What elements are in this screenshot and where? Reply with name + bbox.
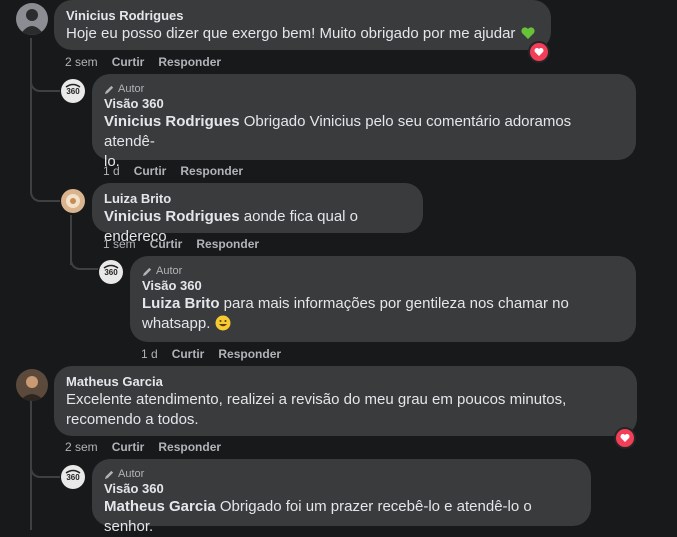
svg-text:360: 360 [66,473,80,482]
commenter-name[interactable]: Luiza Brito [104,191,411,207]
thread-line [30,38,32,148]
comment-actions: 1 sem Curtir Responder [103,236,259,252]
comment-actions: 1 d Curtir Responder [103,163,243,179]
avatar[interactable] [16,3,48,35]
like-button[interactable]: Curtir [172,346,205,362]
reply-button[interactable]: Responder [158,54,221,70]
thread-connector [30,60,60,92]
like-button[interactable]: Curtir [150,236,183,252]
comment-time[interactable]: 1 d [141,346,158,362]
author-badge-label: Autor [156,265,183,277]
svg-text:360: 360 [104,268,118,277]
pencil-icon [104,470,114,479]
author-badge-label: Autor [118,83,145,95]
commenter-name[interactable]: Visão 360 [142,278,624,294]
comment-bubble: Matheus Garcia Excelente atendimento, re… [54,366,637,436]
comment-text-continued: whatsapp. [142,315,211,332]
comment-time[interactable]: 2 sem [65,439,98,455]
mention-link[interactable]: Vinicius Rodrigues [104,208,240,225]
comment-time[interactable]: 1 d [103,163,120,179]
like-button[interactable]: Curtir [112,439,145,455]
reply-button[interactable]: Responder [180,163,243,179]
commenter-name[interactable]: Matheus Garcia [66,374,625,390]
pencil-icon [142,267,152,276]
like-button[interactable]: Curtir [134,163,167,179]
comment-text: para mais informações por gentileza nos … [223,295,569,312]
reply-button[interactable]: Responder [218,346,281,362]
like-button[interactable]: Curtir [112,54,145,70]
comment-bubble: Vinicius Rodrigues Hoje eu posso dizer q… [54,0,551,50]
comment-text-continued: recomendo a todos. [66,411,199,428]
mention-link[interactable]: Matheus Garcia [104,498,216,515]
mention-link[interactable]: Luiza Brito [142,295,220,312]
reply-bubble: Autor Visão 360 Matheus Garcia Obrigado … [92,459,591,535]
commenter-name[interactable]: Vinicius Rodrigues [66,8,539,24]
author-badge: Autor [104,82,624,96]
thread-connector [30,452,60,478]
commenter-name[interactable]: Visão 360 [104,481,579,497]
reply-button[interactable]: Responder [158,439,221,455]
avatar[interactable] [16,369,48,401]
grinning-face-icon [215,315,231,337]
page-avatar[interactable]: 360 [61,465,85,489]
thread-connector [30,140,60,202]
author-badge-label: Autor [118,468,145,480]
commenter-name[interactable]: Visão 360 [104,96,624,112]
author-badge: Autor [142,264,624,278]
comment-text: Hoje eu posso dizer que exergo bem! Muit… [66,25,516,42]
author-badge: Autor [104,467,579,481]
mention-link[interactable]: Vinicius Rodrigues [104,113,240,130]
avatar[interactable] [61,189,85,213]
love-reaction-icon[interactable] [528,41,550,63]
comment-actions: 2 sem Curtir Responder [65,439,221,455]
comment-text: Excelente atendimento, realizei a revisã… [66,391,567,408]
page-avatar[interactable]: 360 [61,79,85,103]
reply-bubble: Autor Visão 360 Vinicius Rodrigues Obrig… [92,74,636,170]
page-avatar[interactable]: 360 [99,260,123,284]
reply-bubble: Luiza Brito Vinicius Rodrigues aonde fic… [92,183,423,245]
svg-text:360: 360 [66,87,80,96]
comment-actions: 1 d Curtir Responder [141,346,281,362]
thread-connector [70,240,98,270]
reply-bubble: Autor Visão 360 Luiza Brito para mais in… [130,256,636,342]
pencil-icon [104,85,114,94]
reply-button[interactable]: Responder [196,236,259,252]
love-reaction-icon[interactable] [614,427,636,449]
comment-actions: 2 sem Curtir Responder [65,54,221,70]
comment-time[interactable]: 1 sem [103,236,136,252]
comment-time[interactable]: 2 sem [65,54,98,70]
